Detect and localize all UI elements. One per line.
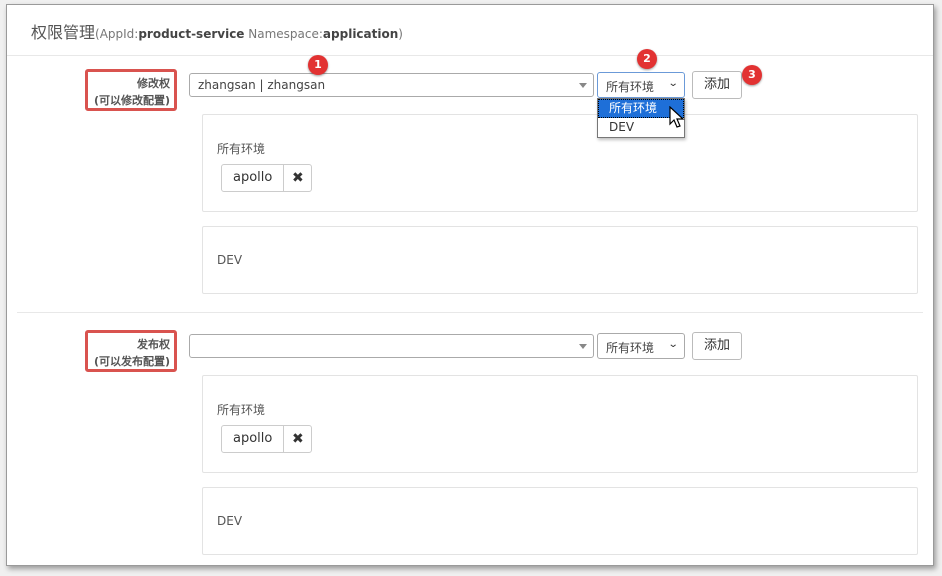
env-label: DEV [217,514,243,528]
modify-permission-label: 修改权 (可以修改配置) [85,69,177,111]
publish-panel-all-env: 所有环境 apollo ✖ [202,375,918,473]
env-label: 所有环境 [217,403,266,417]
mouse-pointer-icon [669,106,685,128]
close-paren: ) [398,27,403,41]
user-tag: apollo ✖ [221,164,313,192]
chevron-down-icon: ⌄ [667,339,679,350]
publish-env-value: 所有环境 [606,341,655,355]
modify-panel-dev: DEV [202,226,918,294]
close-icon[interactable]: ✖ [284,426,311,452]
publish-env-select[interactable]: 所有环境 ⌄ [597,333,685,359]
publish-panel-dev: DEV [202,487,918,555]
env-label: 所有环境 [217,142,266,156]
namespace-label: Namespace: [244,27,323,41]
namespace-value: application [322,27,399,41]
publish-label-line1: 发布权 [137,338,170,351]
modify-label-line2: (可以修改配置) [93,94,170,107]
publish-label-line2: (可以发布配置) [93,355,170,368]
modify-user-value: zhangsan | zhangsan [198,78,326,92]
user-tag-name: apollo [222,426,285,452]
step-badge-2: 2 [637,49,657,69]
user-tag-name: apollo [222,165,285,191]
title-context: (AppId:product-service Namespace:applica… [95,27,403,41]
section-divider [17,312,923,313]
step-badge-3: 3 [742,65,762,85]
page-title: 权限管理(AppId:product-service Namespace:app… [31,19,403,43]
modify-label-line1: 修改权 [137,77,170,90]
publish-user-select[interactable] [189,334,594,358]
publish-permission-label: 发布权 (可以发布配置) [85,330,177,372]
modify-add-button[interactable]: 添加 [692,71,742,99]
modify-env-select[interactable]: 所有环境 ⌄ [597,72,685,98]
appid-label: (AppId: [95,27,139,41]
env-label: DEV [217,253,243,267]
step-badge-1: 1 [308,55,328,75]
modify-user-select[interactable]: zhangsan | zhangsan [189,73,594,97]
permission-window: 权限管理(AppId:product-service Namespace:app… [6,4,934,566]
modify-env-value: 所有环境 [606,80,655,94]
close-icon[interactable]: ✖ [284,165,311,191]
modify-panel-all-env: 所有环境 apollo ✖ [202,114,918,212]
publish-add-button[interactable]: 添加 [692,332,742,360]
title-text: 权限管理 [31,23,96,42]
user-tag: apollo ✖ [221,425,313,453]
caret-down-icon [579,83,587,88]
appid-value: product-service [138,27,245,41]
page-header: 权限管理(AppId:product-service Namespace:app… [7,5,933,56]
caret-down-icon [579,344,587,349]
chevron-down-icon: ⌄ [667,78,679,89]
